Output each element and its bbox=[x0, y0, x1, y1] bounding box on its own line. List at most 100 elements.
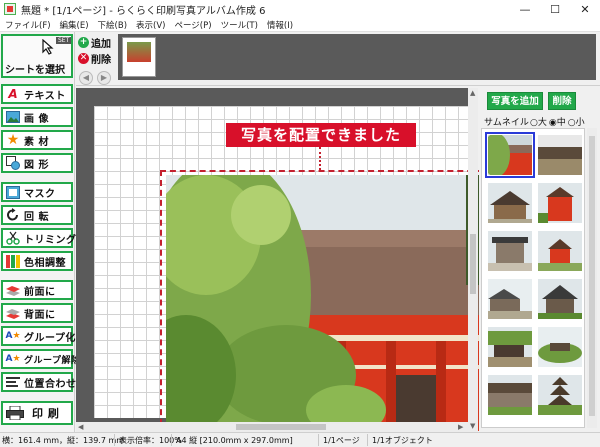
status-divider bbox=[171, 434, 172, 446]
rotate-tool-label: 回 転 bbox=[24, 211, 49, 223]
group-icon: A ★ bbox=[5, 331, 21, 341]
photo-thumbnail[interactable] bbox=[538, 327, 582, 367]
ungroup-label: グループ解除 bbox=[24, 355, 81, 366]
select-sheet-button[interactable]: SET シートを選択 bbox=[1, 34, 73, 78]
ungroup-icon: A ★ bbox=[5, 354, 21, 364]
page-thumbnail[interactable] bbox=[122, 37, 156, 77]
paper-sheet[interactable]: 写真を配置できました bbox=[94, 106, 493, 435]
app-icon bbox=[4, 3, 16, 15]
color-adjust-button[interactable]: 色相調整 bbox=[1, 251, 73, 271]
mask-tool-button[interactable]: マスク bbox=[1, 182, 73, 202]
scroll-left-icon[interactable]: ◀ bbox=[78, 423, 83, 431]
photo-thumbnail[interactable] bbox=[538, 375, 582, 415]
gallery-scroll-thumb[interactable] bbox=[589, 136, 595, 416]
text-tool-button[interactable]: A テキスト bbox=[1, 84, 73, 104]
photo-thumbnail[interactable] bbox=[488, 279, 532, 319]
print-label: 印 刷 bbox=[32, 407, 60, 420]
material-tool-button[interactable]: ★ 素 材 bbox=[1, 130, 73, 150]
maximize-button[interactable]: ☐ bbox=[540, 0, 570, 18]
align-button[interactable]: 位置合わせ bbox=[1, 372, 76, 392]
size-medium-radio[interactable]: ◉中 bbox=[549, 115, 566, 128]
photo-thumbnail[interactable] bbox=[538, 183, 582, 223]
page-status: 1/1ページ bbox=[323, 436, 360, 445]
image-icon bbox=[6, 110, 20, 124]
size-small-radio[interactable]: ○小 bbox=[568, 115, 585, 128]
select-sheet-label: シートを選択 bbox=[5, 65, 65, 76]
add-page-button[interactable]: + 追加 bbox=[78, 35, 111, 50]
menu-edit[interactable]: 編集(E) bbox=[60, 19, 89, 31]
photo-thumbnail[interactable] bbox=[488, 375, 532, 415]
shape-tool-label: 図 形 bbox=[24, 159, 49, 171]
window-controls: — ☐ ✕ bbox=[510, 0, 600, 18]
menu-background[interactable]: 下絵(B) bbox=[98, 19, 127, 31]
menu-view[interactable]: 表示(V) bbox=[136, 19, 165, 31]
page-thumbnail-strip bbox=[118, 34, 596, 80]
close-button[interactable]: ✕ bbox=[570, 0, 600, 18]
scroll-right-icon[interactable]: ▶ bbox=[458, 423, 463, 431]
photo-thumbnail[interactable] bbox=[538, 279, 582, 319]
menu-page[interactable]: ページ(P) bbox=[174, 19, 211, 31]
trimming-tool-label: トリミング bbox=[24, 234, 77, 246]
mask-tool-label: マスク bbox=[24, 188, 56, 200]
tool-sidebar: SET シートを選択 A テキスト 画 像 ★ 素 材 図 形 マスク 回 転 … bbox=[0, 32, 80, 432]
delete-page-button[interactable]: ✕ 削除 bbox=[78, 51, 111, 66]
plus-icon: + bbox=[78, 36, 89, 48]
next-page-arrow-icon[interactable]: ▶ bbox=[97, 71, 111, 85]
delete-photo-button[interactable]: 削除 bbox=[548, 92, 576, 110]
canvas-vertical-scrollbar[interactable]: ▲ ▼ bbox=[468, 88, 478, 432]
status-bar: 横：161.4 mm，縦：139.7 mm 表示倍率：100% A4 縦 [21… bbox=[0, 432, 600, 447]
horizontal-scroll-thumb[interactable] bbox=[236, 424, 326, 430]
vertical-scroll-thumb[interactable] bbox=[470, 234, 476, 294]
gallery-scrollbar[interactable] bbox=[587, 128, 597, 428]
material-tool-label: 素 材 bbox=[24, 136, 49, 148]
photo-thumbnail[interactable] bbox=[538, 231, 582, 271]
photo-thumbnail[interactable] bbox=[488, 183, 532, 223]
menu-tools[interactable]: ツール(T) bbox=[221, 19, 258, 31]
group-label: グループ化 bbox=[24, 332, 76, 344]
photo-gallery bbox=[481, 128, 585, 428]
ungroup-button[interactable]: A ★ グループ解除 bbox=[1, 349, 80, 369]
menu-info[interactable]: 情報(I) bbox=[267, 19, 293, 31]
text-tool-label: テキスト bbox=[24, 90, 66, 102]
photo-thumbnail[interactable] bbox=[488, 231, 532, 271]
size-large-radio[interactable]: ○大 bbox=[530, 115, 547, 128]
bring-front-button[interactable]: 前面に bbox=[1, 280, 73, 300]
scroll-down-icon[interactable]: ▼ bbox=[470, 422, 475, 430]
photo-thumbnail[interactable] bbox=[485, 132, 535, 178]
photo-panel: 写真を追加 削除 サムネイル ○大 ◉中 ○小 bbox=[479, 88, 600, 432]
send-back-label: 背面に bbox=[24, 309, 56, 321]
window-title: 無題 * [1/1ページ] - らくらく印刷写真アルバム作成 6 bbox=[21, 5, 266, 17]
printer-icon bbox=[6, 406, 24, 420]
rotate-tool-button[interactable]: 回 転 bbox=[1, 205, 73, 225]
scroll-up-icon[interactable]: ▲ bbox=[470, 89, 475, 97]
placed-message-banner: 写真を配置できました bbox=[226, 123, 416, 147]
menu-file[interactable]: ファイル(F) bbox=[5, 19, 51, 31]
print-button[interactable]: 印 刷 bbox=[1, 401, 73, 425]
selected-photo-frame[interactable] bbox=[160, 170, 493, 435]
cursor-arrow-icon bbox=[42, 38, 56, 58]
send-back-button[interactable]: 背面に bbox=[1, 303, 73, 323]
shape-tool-button[interactable]: 図 形 bbox=[1, 153, 73, 173]
minimize-button[interactable]: — bbox=[510, 0, 540, 18]
image-tool-button[interactable]: 画 像 bbox=[1, 107, 73, 127]
photo-thumbnail[interactable] bbox=[538, 135, 582, 175]
trimming-tool-button[interactable]: トリミング bbox=[1, 228, 76, 248]
toast-connector bbox=[319, 147, 321, 170]
mask-icon bbox=[6, 185, 20, 199]
send-back-icon bbox=[6, 306, 20, 320]
scissors-icon bbox=[6, 231, 20, 245]
zoom-status: 表示倍率：100% bbox=[119, 436, 182, 445]
object-size-status: 横：161.4 mm，縦：139.7 mm bbox=[2, 436, 125, 445]
shape-icon bbox=[6, 156, 20, 170]
photo-thumbnail[interactable] bbox=[488, 327, 532, 367]
prev-page-arrow-icon[interactable]: ◀ bbox=[79, 71, 93, 85]
status-divider bbox=[114, 434, 115, 446]
bring-front-label: 前面に bbox=[24, 286, 56, 298]
group-button[interactable]: A ★ グループ化 bbox=[1, 326, 76, 346]
add-photo-button[interactable]: 写真を追加 bbox=[487, 92, 543, 110]
thumbnail-size-label: サムネイル bbox=[484, 118, 529, 128]
thumbnail-size-options: ○大 ◉中 ○小 bbox=[530, 115, 587, 128]
bring-front-icon bbox=[6, 283, 20, 297]
canvas-horizontal-scrollbar[interactable]: ◀ ▶ bbox=[76, 422, 468, 432]
placed-photo bbox=[166, 175, 489, 431]
